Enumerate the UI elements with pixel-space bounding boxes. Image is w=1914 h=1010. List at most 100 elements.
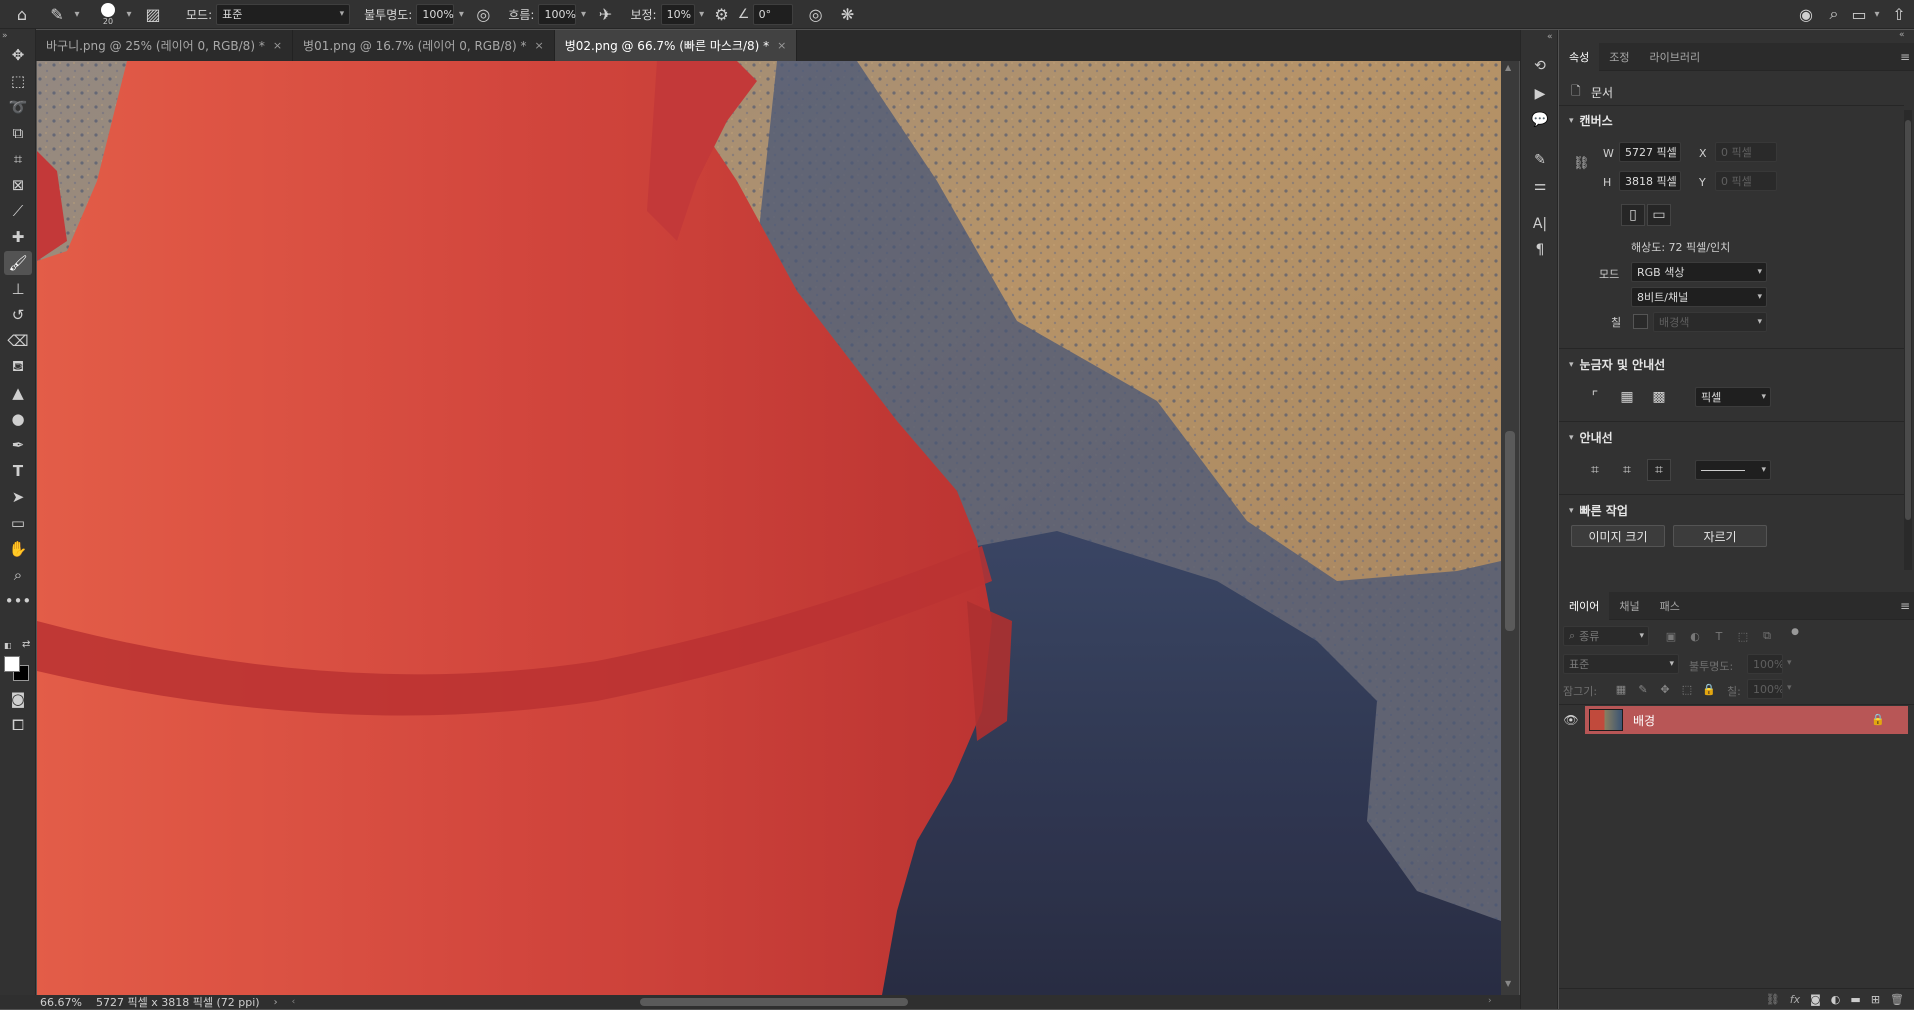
tab-bottle02[interactable]: 병02.png @ 66.7% (빠른 마스크/8) * × [554, 30, 798, 61]
new-adjustment-icon[interactable]: ◐ [1831, 993, 1841, 1006]
brush-size-picker[interactable]: 20 [94, 0, 122, 29]
scroll-down-icon[interactable]: ▼ [1505, 979, 1511, 988]
tab-channels[interactable]: 채널 [1609, 592, 1649, 620]
pressure-size-icon[interactable]: ◎ [799, 0, 833, 29]
close-icon[interactable]: × [535, 39, 544, 52]
tab-layers[interactable]: 레이어 [1559, 591, 1610, 620]
brush-settings-panel-icon[interactable]: ▨ [140, 0, 166, 29]
flow-input[interactable]: 100% [538, 3, 577, 25]
add-mask-icon[interactable]: ◙ [1810, 993, 1821, 1006]
layer-name[interactable]: 배경 [1633, 712, 1655, 729]
more-tools-icon[interactable]: ••• [4, 589, 32, 613]
lock-all-icon[interactable]: 🔒 [1697, 678, 1721, 700]
path-selection-tool-icon[interactable]: ➤ [4, 485, 32, 509]
zoom-tool-icon[interactable]: ⌕ [4, 563, 32, 587]
marquee-tool-icon[interactable]: ⬚ [4, 69, 32, 93]
filter-adjustment-icon[interactable]: ◐ [1683, 625, 1707, 647]
brush-tool-preset-icon[interactable]: ✎ [44, 0, 70, 29]
tab-libraries[interactable]: 라이브러리 [1640, 43, 1711, 71]
gear-icon[interactable]: ⚙ [709, 0, 735, 29]
guide-style-select[interactable]: ▾ [1695, 460, 1771, 480]
tab-bottle01[interactable]: 병01.png @ 16.7% (레이어 0, RGB/8) * × [293, 30, 555, 61]
lock-transparent-icon[interactable]: ▦ [1609, 678, 1633, 700]
scroll-up-icon[interactable]: ▲ [1505, 63, 1511, 72]
chevron-down-icon[interactable]: ▾ [1787, 658, 1792, 668]
collapse-panel-icon[interactable]: « [1899, 30, 1905, 40]
smart-guides-icon[interactable]: ⌗ [1647, 459, 1671, 481]
link-layers-icon[interactable]: ⛓ [1766, 993, 1780, 1006]
blend-mode-select[interactable]: 표준 ▾ [1563, 654, 1679, 674]
canvas-section-title[interactable]: ▾ 캔버스 [1569, 112, 1613, 129]
lock-icon[interactable]: 🔒 [1871, 713, 1885, 726]
history-icon[interactable]: ⟲ [1526, 54, 1554, 78]
mode-select[interactable]: 표준 ▾ [216, 3, 351, 25]
chevron-down-icon[interactable]: ▾ [454, 4, 468, 25]
pressure-opacity-icon[interactable]: ◎ [468, 0, 498, 29]
swap-colors-icon[interactable]: ⇄ [22, 639, 30, 650]
rectangle-tool-icon[interactable]: ▭ [4, 511, 32, 535]
adjustments-icon[interactable]: ⚌ [1526, 174, 1554, 198]
color-mode-select[interactable]: RGB 색상 ▾ [1631, 262, 1767, 282]
document-canvas[interactable] [37, 61, 1501, 995]
character-icon[interactable]: A| [1526, 212, 1554, 236]
actions-play-icon[interactable]: ▶ [1526, 82, 1554, 106]
x-field[interactable]: 0 픽셀 [1715, 142, 1777, 162]
object-selection-tool-icon[interactable]: ⧉ [4, 121, 32, 145]
chevron-down-icon[interactable]: ▾ [576, 4, 590, 25]
lock-image-icon[interactable]: ✎ [1631, 678, 1655, 700]
zoom-level[interactable]: 66.67% [40, 996, 90, 1009]
pixel-grid-icon[interactable]: ▩ [1647, 386, 1671, 408]
brushes-icon[interactable]: ✎ [1526, 148, 1554, 172]
clone-stamp-tool-icon[interactable]: ⊥ [4, 277, 32, 301]
blur-tool-icon[interactable]: ▲ [4, 381, 32, 405]
new-layer-icon[interactable]: ⊞ [1871, 993, 1880, 1006]
pen-tool-icon[interactable]: ✒ [4, 433, 32, 457]
link-dimensions-icon[interactable]: ⛓ [1573, 156, 1590, 171]
healing-brush-tool-icon[interactable]: ✚ [4, 225, 32, 249]
smoothing-input[interactable]: 10% [660, 3, 695, 25]
chevron-down-icon[interactable]: ▾ [122, 4, 136, 25]
quick-mask-icon[interactable]: ◙ [4, 687, 32, 711]
crop-button[interactable]: 자르기 [1673, 525, 1767, 547]
properties-scrollbar[interactable] [1904, 110, 1912, 570]
layer-fill-input[interactable]: 100% [1747, 679, 1783, 699]
collapse-panels-icon[interactable]: « [1547, 32, 1553, 42]
crop-tool-icon[interactable]: ⌗ [4, 147, 32, 171]
dodge-tool-icon[interactable]: ● [4, 407, 32, 431]
tab-adjustments[interactable]: 조정 [1599, 43, 1639, 71]
guides-section-title[interactable]: ▾ 안내선 [1569, 429, 1613, 446]
properties-scroll-thumb[interactable] [1905, 120, 1911, 520]
new-group-icon[interactable]: ▬ [1850, 993, 1860, 1006]
filter-type-icon[interactable]: T [1707, 625, 1731, 647]
rulers-section-title[interactable]: ▾ 눈금자 및 안내선 [1569, 356, 1665, 373]
home-icon[interactable]: ⌂ [0, 0, 44, 29]
filter-pixel-icon[interactable]: ▣ [1659, 625, 1683, 647]
paint-bucket-tool-icon[interactable]: ⛾ [4, 355, 32, 379]
landscape-orientation-icon[interactable]: ▭ [1647, 204, 1671, 226]
eraser-tool-icon[interactable]: ⌫ [4, 329, 32, 353]
default-colors-icon[interactable]: ◧ [4, 641, 12, 650]
lock-artboard-icon[interactable]: ⬚ [1675, 678, 1699, 700]
close-icon[interactable]: × [273, 39, 282, 52]
scroll-thumb[interactable] [1505, 431, 1515, 631]
collapse-toolbar-icon[interactable]: » [2, 31, 8, 41]
tab-properties[interactable]: 속성 [1559, 42, 1600, 71]
chevron-down-icon[interactable]: ▾ [70, 4, 84, 25]
lasso-tool-icon[interactable]: ➰ [4, 95, 32, 119]
type-tool-icon[interactable]: T [4, 459, 32, 483]
eyedropper-tool-icon[interactable]: ⟋ [4, 199, 32, 223]
airbrush-icon[interactable]: ✈ [590, 0, 620, 29]
height-field[interactable]: 3818 픽셀 [1619, 171, 1681, 191]
lock-position-icon[interactable]: ✥ [1653, 678, 1677, 700]
guide-layout-icon[interactable]: ⌗ [1615, 459, 1639, 481]
fx-icon[interactable]: fx [1790, 993, 1800, 1006]
bit-depth-select[interactable]: 8비트/채널 ▾ [1631, 287, 1767, 307]
image-size-button[interactable]: 이미지 크기 [1571, 525, 1665, 547]
comments-icon[interactable]: 💬 [1526, 108, 1554, 132]
panel-menu-icon[interactable]: ≡ [1900, 50, 1910, 64]
foreground-color-swatch[interactable] [4, 656, 20, 672]
search-icon[interactable]: ⌕ [1820, 0, 1848, 29]
paragraph-icon[interactable]: ¶ [1526, 238, 1554, 262]
tab-paths[interactable]: 패스 [1650, 592, 1690, 620]
tab-basket[interactable]: 바구니.png @ 25% (레이어 0, RGB/8) * × [36, 30, 294, 61]
